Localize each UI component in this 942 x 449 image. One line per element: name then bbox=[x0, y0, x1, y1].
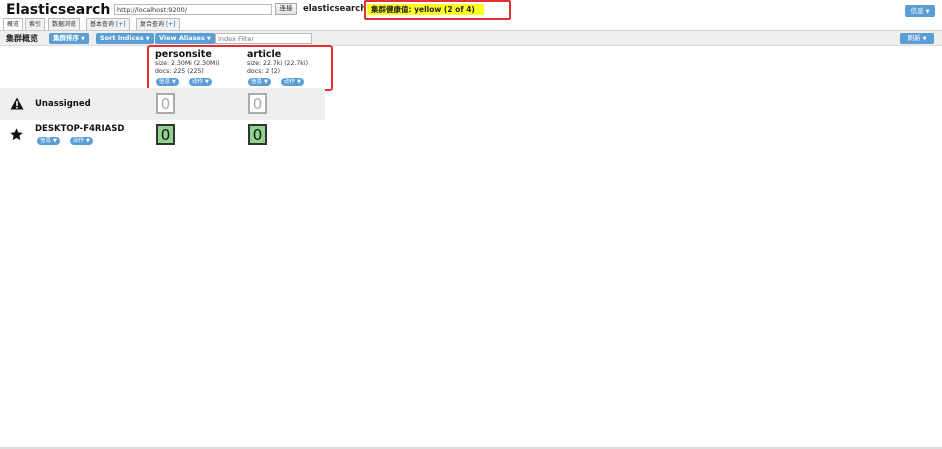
index-info-button-personsite[interactable]: 信息 ▼ bbox=[156, 78, 179, 86]
tab-compound-query-plus[interactable]: [+] bbox=[166, 21, 176, 28]
connect-button[interactable]: 连接 bbox=[275, 3, 297, 15]
index-filter-input[interactable] bbox=[215, 33, 312, 44]
tab-indices-label: 索引 bbox=[29, 21, 42, 28]
shard-unassigned-article[interactable]: 0 bbox=[248, 93, 267, 114]
tab-basic-query-plus[interactable]: [+] bbox=[116, 21, 126, 28]
chevron-down-icon: ▼ bbox=[205, 79, 209, 85]
tab-indices[interactable]: 索引 bbox=[25, 18, 46, 30]
tab-browser-label: 数据浏览 bbox=[52, 21, 77, 28]
node-info-button[interactable]: 信息 ▼ bbox=[37, 137, 60, 145]
cluster-overview-title: 集群概览 bbox=[6, 34, 38, 43]
warning-icon bbox=[10, 97, 24, 110]
index-size-article: size: 22.7ki (22.7ki) bbox=[247, 60, 309, 67]
app-title: Elasticsearch bbox=[6, 2, 111, 18]
tab-compound-query[interactable]: 复合查询 [+] bbox=[136, 18, 180, 30]
unassigned-label: Unassigned bbox=[35, 99, 91, 109]
cluster-name: elasticsearch bbox=[303, 4, 367, 14]
chevron-down-icon: ▼ bbox=[206, 36, 211, 42]
index-info-label: 信息 bbox=[159, 79, 171, 85]
tab-overview-label: 概览 bbox=[7, 21, 20, 28]
tab-compound-query-label: 复合查询 bbox=[140, 21, 165, 28]
index-action-label: 动作 bbox=[192, 79, 204, 85]
chevron-down-icon: ▼ bbox=[922, 36, 927, 42]
view-aliases-button[interactable]: View Aliases ▼ bbox=[155, 33, 215, 44]
shard-unassigned-personsite[interactable]: 0 bbox=[156, 93, 175, 114]
tab-basic-query[interactable]: 基本查询 [+] bbox=[86, 18, 130, 30]
sort-cluster-button[interactable]: 集群排序 ▼ bbox=[49, 33, 89, 44]
refresh-label: 刷新 bbox=[907, 34, 921, 42]
index-action-button-personsite[interactable]: 动作 ▼ bbox=[189, 78, 212, 86]
chevron-down-icon: ▼ bbox=[53, 138, 57, 144]
sort-cluster-label: 集群排序 bbox=[53, 34, 79, 42]
chevron-down-icon: ▼ bbox=[264, 79, 268, 85]
view-aliases-label: View Aliases bbox=[159, 34, 205, 42]
shard-started-article[interactable]: 0 bbox=[248, 124, 267, 145]
index-docs-article: docs: 2 (2) bbox=[247, 68, 281, 75]
star-icon bbox=[10, 128, 23, 141]
info-menu-button[interactable]: 信息 ▼ bbox=[905, 5, 935, 17]
cluster-url-input[interactable] bbox=[114, 4, 272, 15]
chevron-down-icon: ▼ bbox=[172, 79, 176, 85]
tab-basic-query-label: 基本查询 bbox=[90, 21, 115, 28]
index-size-personsite: size: 2.30Mi (2.30Mi) bbox=[155, 60, 220, 67]
refresh-button[interactable]: 刷新 ▼ bbox=[900, 33, 934, 44]
tab-overview[interactable]: 概览 bbox=[3, 18, 24, 30]
shard-started-personsite[interactable]: 0 bbox=[156, 124, 175, 145]
chevron-down-icon: ▼ bbox=[86, 138, 90, 144]
node-name: DESKTOP-F4RIASD bbox=[35, 124, 125, 134]
node-action-button[interactable]: 动作 ▼ bbox=[70, 137, 93, 145]
index-docs-personsite: docs: 225 (225) bbox=[155, 68, 204, 75]
chevron-down-icon: ▼ bbox=[297, 79, 301, 85]
node-info-label: 信息 bbox=[40, 138, 52, 144]
index-info-button-article[interactable]: 信息 ▼ bbox=[248, 78, 271, 86]
sort-indices-button[interactable]: Sort Indices ▼ bbox=[96, 33, 154, 44]
sort-indices-label: Sort Indices bbox=[100, 34, 144, 42]
index-name-article: article bbox=[247, 49, 282, 60]
index-action-label: 动作 bbox=[284, 79, 296, 85]
node-action-label: 动作 bbox=[73, 138, 85, 144]
index-name-personsite: personsite bbox=[155, 49, 212, 60]
tab-browser[interactable]: 数据浏览 bbox=[48, 18, 81, 30]
index-action-button-article[interactable]: 动作 ▼ bbox=[281, 78, 304, 86]
chevron-down-icon: ▼ bbox=[925, 9, 930, 15]
chevron-down-icon: ▼ bbox=[81, 36, 85, 42]
chevron-down-icon: ▼ bbox=[145, 36, 150, 42]
index-info-label: 信息 bbox=[251, 79, 263, 85]
info-menu-label: 信息 bbox=[910, 7, 924, 15]
cluster-health-badge: 集群健康值: yellow (2 of 4) bbox=[367, 4, 484, 15]
